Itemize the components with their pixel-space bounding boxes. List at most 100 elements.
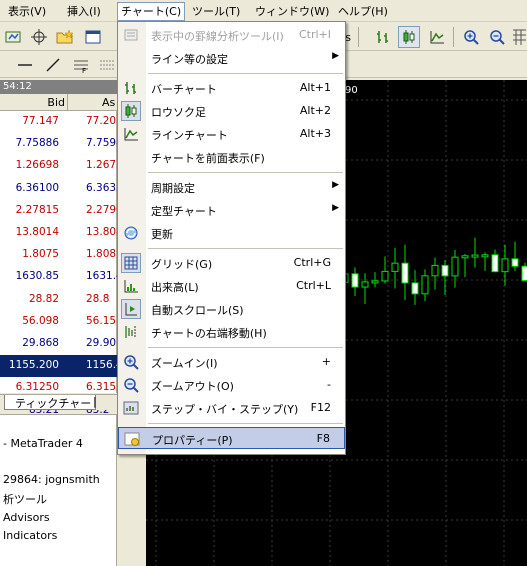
market-watch-row[interactable]: 29.868 29.90 — [0, 333, 117, 355]
menu-item-bar-chart[interactable]: バーチャート Alt+1 — [118, 77, 345, 99]
menu-charts[interactable]: チャート(C) — [117, 2, 186, 21]
navigator-account[interactable]: 29864: jognsmith — [3, 473, 100, 486]
channel-icon[interactable] — [96, 54, 118, 76]
menu-item-item-9[interactable]: 定型チャート ▶ — [118, 199, 345, 221]
ask-value: 29.90 — [86, 337, 117, 349]
candle-body — [411, 282, 419, 295]
menu-help[interactable]: ヘルプ(H) — [335, 3, 391, 20]
menu-item-zoom-in[interactable]: ズームイン(I) + — [118, 351, 345, 373]
market-watch-row[interactable]: 2.27815 2.2796 — [0, 200, 123, 222]
bid-value: 1630.85 — [15, 270, 59, 283]
bar-chart-icon[interactable] — [372, 26, 394, 48]
menu-item-properties[interactable]: プロパティー(P) F8 — [118, 427, 345, 449]
market-watch-row[interactable]: 1630.85 1631.4 — [0, 266, 123, 288]
ask-value: 28.8 — [86, 292, 110, 305]
trendline-icon[interactable] — [42, 54, 64, 76]
zoom-in-icon — [121, 352, 141, 372]
menu-item-refresh[interactable]: 更新 — [118, 222, 345, 244]
fibonacci-icon[interactable]: F — [70, 54, 92, 76]
crosshair-icon[interactable] — [28, 26, 50, 48]
menu-item-auto-scroll[interactable]: 自動スクロール(S) — [118, 298, 345, 320]
grid-icon — [121, 253, 141, 273]
tab-tick-chart[interactable]: ティックチャート — [4, 395, 96, 426]
market-watch-row[interactable]: 1.26698 1.2675 — [0, 155, 123, 177]
market-watch-row[interactable]: 1.8075 1.808 — [0, 244, 117, 266]
menu-item-chart-shift[interactable]: チャートの右端移動(H) — [118, 321, 345, 343]
menu-item-shortcut: Ctrl+G — [293, 256, 331, 269]
market-watch-row[interactable]: 56.098 56.15 — [0, 311, 117, 333]
menu-item-shortcut: F8 — [316, 432, 330, 445]
candle-body — [441, 264, 449, 277]
market-watch-row[interactable]: 77.147 77.20 — [0, 111, 117, 133]
column-divider — [67, 94, 68, 111]
menu-item-label: 表示中の罫線分析ツール(I) — [151, 30, 284, 43]
menu-item-label: バーチャート — [151, 83, 217, 96]
menu-insert[interactable]: 挿入(I) — [64, 3, 104, 20]
market-watch-row[interactable]: 28.82 28.8 — [0, 289, 117, 311]
menu-item-zoom-out[interactable]: ズームアウト(O) - — [118, 374, 345, 396]
zoom-in-icon[interactable] — [460, 26, 482, 48]
horizontal-line-icon[interactable] — [14, 54, 36, 76]
column-header-bid[interactable]: Bid — [45, 96, 65, 109]
market-watch-row[interactable]: 6.36100 6.3633 — [0, 178, 123, 200]
menu-item-object-list: 表示中の罫線分析ツール(I) Ctrl+I — [118, 24, 345, 46]
chart-price-label: 90 — [345, 85, 358, 96]
menu-item-shortcut: Alt+2 — [299, 104, 331, 117]
bid-value: 6.36100 — [15, 181, 59, 194]
menu-item-item-8[interactable]: 周期設定 ▶ — [118, 176, 345, 198]
menu-item-label: ズームイン(I) — [151, 357, 218, 370]
menu-window[interactable]: ウィンドウ(W) — [252, 3, 332, 20]
bid-value: 7.75886 — [15, 137, 59, 150]
submenu-arrow-icon: ▶ — [332, 180, 339, 190]
column-header-ask[interactable]: As — [102, 96, 115, 109]
market-watch-header: Bid As — [0, 94, 117, 111]
charts-dropdown-menu: 表示中の罫線分析ツール(I) Ctrl+I ライン等の設定 ▶ バーチャート Alt+1 ロ… — [117, 21, 346, 455]
navigator-custom-indicators[interactable]: Indicators — [3, 529, 57, 542]
menu-item-volumes[interactable]: 出来高(L) Ctrl+L — [118, 275, 345, 297]
menu-separator — [148, 172, 343, 173]
navigator-root[interactable]: - MetaTrader 4 — [3, 437, 83, 450]
menu-item-candlestick[interactable]: ロウソク足 Alt+2 — [118, 100, 345, 122]
navigator-window-icon[interactable] — [82, 26, 104, 48]
menu-item-step[interactable]: ステップ・バイ・ステップ(Y) F12 — [118, 397, 345, 419]
line-chart-icon[interactable] — [426, 26, 448, 48]
market-watch-time: 54:12 — [0, 80, 117, 94]
market-watch-row[interactable]: 7.75886 7.7598 — [0, 133, 123, 155]
zoom-out-icon[interactable] — [486, 26, 508, 48]
bid-value: 29.868 — [22, 337, 59, 349]
candle-body — [361, 281, 369, 288]
menu-item-grid[interactable]: グリッド(G) Ctrl+G — [118, 252, 345, 274]
menu-separator — [148, 347, 343, 348]
candle-body — [421, 275, 429, 295]
ask-value: 56.15 — [86, 314, 117, 327]
candle-body — [451, 256, 459, 277]
candle-body — [351, 273, 359, 288]
menu-item-item-6[interactable]: チャートを前面表示(F) — [118, 146, 345, 168]
market-watch-row[interactable]: 1155.200 1156.40 — [0, 355, 129, 378]
menu-item-label: 定型チャート — [151, 205, 217, 218]
menu-item-shortcut: + — [321, 355, 331, 368]
menu-item-label: 自動スクロール(S) — [151, 304, 244, 317]
properties-icon — [122, 429, 142, 449]
line-chart-icon — [121, 124, 141, 144]
navigator-indicators-folder[interactable]: 析ツール — [3, 491, 47, 507]
menu-view[interactable]: 表示(V) — [5, 3, 49, 20]
grid-icon[interactable] — [510, 26, 527, 48]
bid-value: 6.31250 — [15, 381, 59, 394]
bid-value: 13.8014 — [15, 226, 59, 238]
candle-body — [391, 262, 399, 272]
bid-value: 28.82 — [28, 292, 59, 305]
candle-body — [431, 264, 439, 277]
candlestick-icon[interactable] — [398, 26, 420, 48]
menu-item-label: ロウソク足 — [151, 106, 206, 119]
menu-item-line-chart[interactable]: ラインチャート Alt+3 — [118, 123, 345, 145]
menu-item-label: プロパティー(P) — [152, 434, 233, 447]
menu-tools[interactable]: ツール(T) — [189, 3, 243, 20]
new-order-icon[interactable] — [2, 26, 24, 48]
navigator-expert-advisors[interactable]: Advisors — [3, 511, 50, 524]
market-watch-row[interactable]: 13.8014 13.808 — [0, 222, 123, 244]
candle-body — [381, 270, 389, 282]
folder-star-icon[interactable] — [54, 26, 76, 48]
menu-item-item-1[interactable]: ライン等の設定 ▶ — [118, 47, 345, 69]
market-watch-panel: 54:12 Bid As 77.147 77.20 7.75886 7.7598 1.2… — [0, 80, 129, 416]
